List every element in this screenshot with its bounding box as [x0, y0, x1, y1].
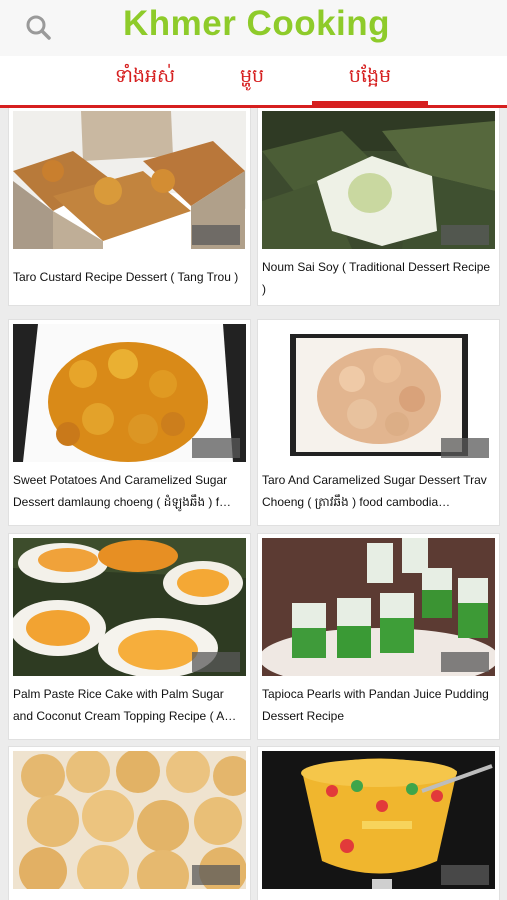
recipe-card[interactable]: Taro Custard Recipe Dessert ( Tang Trou …: [8, 108, 251, 306]
recipe-title: Noum Sai Soy ( Traditional Dessert Recip…: [262, 260, 491, 296]
video-badge-icon: [441, 865, 489, 885]
recipe-card[interactable]: [257, 746, 500, 900]
recipe-thumbnail: [13, 324, 246, 462]
recipe-grid[interactable]: Taro Custard Recipe Dessert ( Tang Trou …: [0, 108, 507, 900]
recipe-card[interactable]: Tapioca Pearls with Pandan Juice Pudding…: [257, 533, 500, 740]
recipe-title: Taro And Caramelized Sugar Dessert Trav …: [262, 473, 487, 509]
tab-main-dishes[interactable]: ម្ហូប: [212, 64, 292, 92]
recipe-card[interactable]: Noum Sai Soy ( Traditional Dessert Recip…: [257, 108, 500, 306]
video-badge-icon: [192, 438, 240, 458]
video-badge-icon: [192, 652, 240, 672]
recipe-thumbnail: [13, 111, 246, 249]
recipe-thumbnail: [262, 538, 495, 676]
recipe-thumbnail: [13, 751, 246, 889]
tab-all[interactable]: ទាំងអស់: [60, 64, 230, 92]
recipe-card[interactable]: Sweet Potatoes And Caramelized Sugar Des…: [8, 319, 251, 526]
video-badge-icon: [192, 225, 240, 245]
recipe-thumbnail: [13, 538, 246, 676]
video-badge-icon: [192, 865, 240, 885]
recipe-card[interactable]: [8, 746, 251, 900]
video-badge-icon: [441, 438, 489, 458]
recipe-card[interactable]: Taro And Caramelized Sugar Dessert Trav …: [257, 319, 500, 526]
recipe-title: Sweet Potatoes And Caramelized Sugar Des…: [13, 473, 232, 509]
video-badge-icon: [441, 225, 489, 245]
category-tabs: ទាំងអស់ ម្ហូប បង្អែម: [0, 56, 507, 106]
recipe-title: Tapioca Pearls with Pandan Juice Pudding…: [262, 687, 489, 723]
recipe-thumbnail: [262, 111, 495, 249]
tab-desserts[interactable]: បង្អែម: [312, 64, 428, 92]
app-title: Khmer Cooking: [122, 4, 391, 43]
app-header: Khmer Cooking: [0, 0, 507, 56]
recipe-thumbnail: [262, 751, 495, 889]
recipe-title: Palm Paste Rice Cake with Palm Sugar and…: [13, 687, 237, 723]
recipe-card[interactable]: Palm Paste Rice Cake with Palm Sugar and…: [8, 533, 251, 740]
recipe-title: Taro Custard Recipe Dessert ( Tang Trou …: [13, 270, 239, 284]
video-badge-icon: [441, 652, 489, 672]
recipe-thumbnail: [262, 324, 495, 462]
